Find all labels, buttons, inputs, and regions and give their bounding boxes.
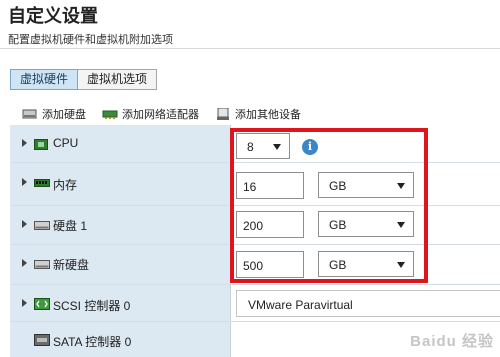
- page-subtitle: 配置虚拟机硬件和虚拟机附加选项: [8, 34, 173, 46]
- scsi-controller-label: SCSI 控制器 0: [53, 299, 131, 313]
- tab-bar: 虚拟硬件 虚拟机选项: [10, 69, 158, 90]
- highlight-box: [230, 128, 428, 283]
- tab-vm-options[interactable]: 虚拟机选项: [78, 69, 158, 90]
- hard-disk-icon: [34, 257, 50, 269]
- network-adapter-icon: [102, 108, 118, 120]
- add-other-device-button[interactable]: 添加其他设备: [215, 106, 301, 122]
- page-title: 自定义设置: [8, 6, 98, 26]
- expand-caret-icon[interactable]: [22, 178, 27, 186]
- scsi-controller-type-value: VMware Paravirtual: [248, 298, 353, 312]
- scsi-controller-type-field[interactable]: VMware Paravirtual: [236, 290, 500, 317]
- add-disk-label: 添加硬盘: [42, 109, 86, 121]
- add-other-device-label: 添加其他设备: [235, 109, 301, 121]
- add-disk-button[interactable]: 添加硬盘: [22, 106, 86, 122]
- sata-controller-icon: [34, 333, 50, 346]
- memory-label: 内存: [53, 178, 78, 192]
- device-icon: [215, 107, 231, 120]
- hardware-row-scsi-controller: SCSI 控制器 0 VMware Paravirtual: [10, 285, 500, 322]
- title-divider: [0, 48, 500, 49]
- cpu-chip-icon: [34, 137, 48, 150]
- add-network-adapter-button[interactable]: 添加网络适配器: [102, 106, 199, 122]
- tab-virtual-hardware[interactable]: 虚拟硬件: [10, 69, 79, 90]
- cpu-label: CPU: [53, 136, 79, 150]
- expand-caret-icon[interactable]: [22, 259, 27, 267]
- add-network-adapter-label: 添加网络适配器: [122, 109, 199, 121]
- watermark: Baidu 经验: [410, 333, 494, 350]
- memory-module-icon: [34, 176, 50, 187]
- expand-caret-icon[interactable]: [22, 139, 27, 147]
- sata-controller-label: SATA 控制器 0: [53, 335, 132, 349]
- expand-caret-icon[interactable]: [22, 220, 27, 228]
- new-disk-label: 新硬盘: [53, 258, 90, 272]
- disk-1-label: 硬盘 1: [53, 219, 88, 233]
- hard-disk-icon: [22, 108, 38, 120]
- scsi-controller-icon: [34, 297, 50, 310]
- hard-disk-icon: [34, 218, 50, 230]
- hardware-toolbar: 添加硬盘 添加网络适配器 添加其他设备: [22, 106, 317, 122]
- expand-caret-icon[interactable]: [22, 299, 27, 307]
